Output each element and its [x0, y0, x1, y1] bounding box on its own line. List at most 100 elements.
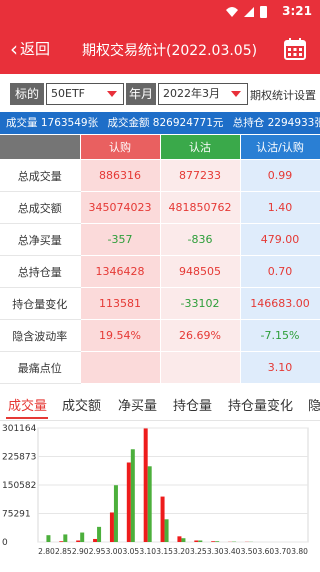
bar-series-0: [194, 540, 198, 542]
put-value: 877233: [160, 160, 240, 192]
ratio-value: 479.00: [240, 224, 320, 256]
ratio-value: 0.99: [240, 160, 320, 192]
bar-series-0: [93, 539, 97, 542]
row-label: 持仓量变化: [0, 288, 80, 320]
ratio-value: 0.70: [240, 256, 320, 288]
x-tick-label: 2.80: [38, 547, 55, 556]
x-tick-label: 2.90: [72, 547, 89, 556]
bar-series-0: [76, 540, 80, 542]
month-value: 2022年3月: [163, 87, 220, 100]
ratio-value: 1.40: [240, 192, 320, 224]
tab-1[interactable]: 成交额: [62, 395, 101, 414]
call-header: 认购: [80, 135, 160, 160]
bar-series-1: [114, 485, 118, 542]
x-tick-label: 3.15: [156, 547, 173, 556]
stats-table: 认购 认沽 认沽/认购 总成交量8863168772330.99总成交额3450…: [0, 134, 320, 384]
bar-series-1: [215, 541, 219, 542]
bar-series-1: [131, 449, 135, 542]
status-time: 3:21: [282, 4, 312, 18]
x-tick-label: 3.20: [173, 547, 190, 556]
bar-series-1: [46, 535, 50, 542]
put-value: [160, 352, 240, 384]
bar-series-0: [211, 541, 215, 542]
table-row: 最痛点位3.10: [0, 352, 320, 384]
ratio-header: 认沽/认购: [240, 135, 320, 160]
bar-series-0: [110, 512, 114, 542]
underlying-value: 50ETF: [51, 87, 85, 100]
x-tick-label: 3.50: [241, 547, 258, 556]
chart-svg: 3011642258731505827529102.802.852.902.95…: [0, 420, 320, 568]
summary-open-interest: 总持仓 2294933张: [233, 117, 320, 129]
put-value: 481850762: [160, 192, 240, 224]
x-tick-label: 3.40: [224, 547, 241, 556]
call-value: 19.54%: [80, 320, 160, 352]
put-header: 认沽: [160, 135, 240, 160]
row-label: 总净买量: [0, 224, 80, 256]
call-value: 886316: [80, 160, 160, 192]
table-corner: [0, 135, 80, 160]
app-header: ‹ 返回 期权交易统计(2022.03.05): [0, 24, 320, 74]
bar-series-1: [181, 538, 185, 542]
call-value: -357: [80, 224, 160, 256]
bar-series-0: [161, 497, 165, 542]
x-tick-label: 3.80: [291, 547, 308, 556]
calendar-icon[interactable]: [284, 38, 306, 60]
metric-tabs: 成交量成交额净买量持仓量持仓量变化隐含: [0, 388, 320, 421]
table-row: 持仓量变化113581-33102146683.00: [0, 288, 320, 320]
bar-series-1: [148, 466, 152, 542]
x-tick-label: 3.30: [207, 547, 224, 556]
table-row: 总持仓量13464289485050.70: [0, 256, 320, 288]
put-value: -33102: [160, 288, 240, 320]
y-tick-label: 75291: [2, 510, 31, 520]
x-tick-label: 3.00: [106, 547, 123, 556]
tab-0[interactable]: 成交量: [8, 395, 47, 414]
back-button[interactable]: ‹ 返回: [10, 38, 50, 59]
wifi-signal-battery-icons: [224, 5, 272, 19]
row-label: 总持仓量: [0, 256, 80, 288]
row-label: 总成交量: [0, 160, 80, 192]
table-row: 隐含波动率19.54%26.69%-7.15%: [0, 320, 320, 352]
call-value: [80, 352, 160, 384]
call-value: 1346428: [80, 256, 160, 288]
put-value: -836: [160, 224, 240, 256]
table-row: 总成交额3450740234818507621.40: [0, 192, 320, 224]
bar-series-1: [97, 527, 101, 542]
month-select[interactable]: 2022年3月: [158, 83, 248, 105]
page-title: 期权交易统计(2022.03.05): [82, 40, 257, 60]
filter-bar: 标的 50ETF 年月 2022年3月 期权统计设置: [0, 82, 320, 108]
bar-series-1: [63, 534, 67, 542]
y-tick-label: 301164: [2, 424, 37, 434]
table-header-row: 认购 认沽 认沽/认购: [0, 135, 320, 160]
x-tick-label: 3.05: [122, 547, 139, 556]
chevron-left-icon: ‹: [10, 40, 18, 58]
row-label: 总成交额: [0, 192, 80, 224]
x-tick-label: 3.70: [274, 547, 291, 556]
tab-5[interactable]: 隐含: [308, 395, 320, 414]
month-label: 年月: [126, 83, 156, 105]
summary-bar: 成交量 1763549张 成交金额 826924771元 总持仓 2294933…: [0, 112, 320, 134]
tab-4[interactable]: 持仓量变化: [228, 395, 293, 414]
call-value: 345074023: [80, 192, 160, 224]
tab-3[interactable]: 持仓量: [173, 395, 212, 414]
tab-2[interactable]: 净买量: [118, 395, 157, 414]
call-value: 113581: [80, 288, 160, 320]
status-bar: 3:21: [0, 0, 320, 24]
bar-series-0: [59, 541, 63, 542]
y-tick-label: 150582: [2, 481, 36, 491]
x-tick-label: 2.95: [89, 547, 106, 556]
ratio-value: -7.15%: [240, 320, 320, 352]
bar-series-0: [177, 536, 181, 542]
x-tick-label: 3.10: [139, 547, 156, 556]
stats-settings-link[interactable]: 期权统计设置: [250, 87, 316, 103]
y-tick-label: 0: [2, 538, 8, 548]
y-tick-label: 225873: [2, 453, 36, 463]
underlying-label: 标的: [10, 83, 44, 105]
underlying-select[interactable]: 50ETF: [46, 83, 124, 105]
status-icons: [224, 5, 272, 19]
dropdown-arrow-icon: [107, 91, 117, 97]
back-label: 返回: [20, 38, 50, 59]
dropdown-arrow-icon: [231, 91, 241, 97]
row-label: 最痛点位: [0, 352, 80, 384]
bar-series-1: [165, 519, 169, 542]
x-tick-label: 3.60: [257, 547, 274, 556]
